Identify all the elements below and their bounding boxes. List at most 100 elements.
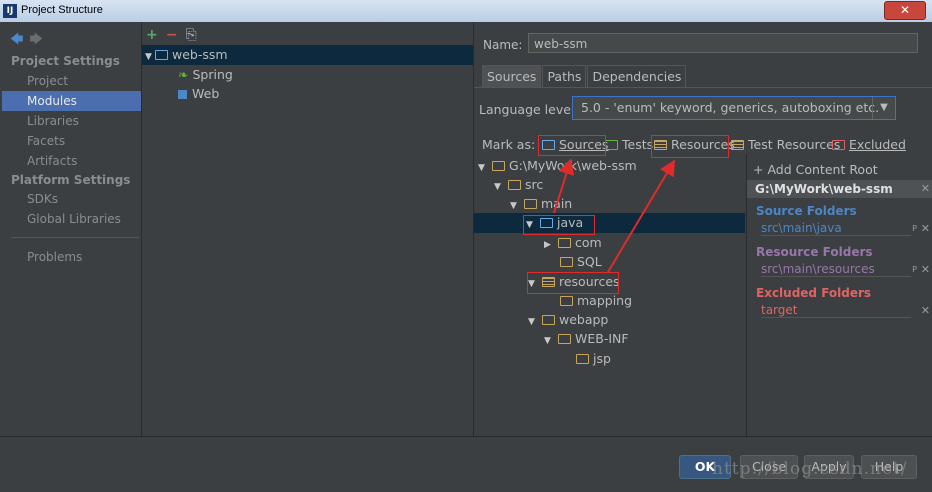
content-root-panel: + Add Content Root G:\MyWork\web-ssm ✕ So… [746,154,932,436]
close-window-button[interactable]: ✕ [884,1,926,20]
tab-paths[interactable]: Paths [542,65,587,88]
edit-properties-icon[interactable]: P [912,224,917,233]
sidebar-item-facets[interactable]: Facets [27,134,65,148]
sidebar-item-global-libraries[interactable]: Global Libraries [27,212,121,226]
mark-excluded-button[interactable]: Excluded [832,137,906,152]
expand-triangle-icon[interactable]: ▼ [478,158,488,178]
tab-sources[interactable]: Sources [482,65,542,88]
resource-folders-title: Resource Folders [756,245,873,259]
excluded-folder-item: target [761,303,911,318]
mark-label: Excluded [849,137,906,152]
language-level-label: Language level: [479,102,579,117]
annotation-box-sources [538,135,606,156]
remove-folder-icon[interactable]: ✕ [921,222,930,235]
collapsed-triangle-icon[interactable]: ▶ [544,235,554,255]
content-root-path: G:\MyWork\web-ssm [755,182,893,196]
add-module-button[interactable]: + [146,27,158,43]
window-title: Project Structure [21,4,103,16]
section-platform-settings: Platform Settings [11,173,131,187]
tree-row[interactable]: ▼ webapp [528,310,608,330]
tree-row[interactable]: ▼ src [494,175,543,195]
sidebar-item-modules[interactable]: Modules [2,91,141,111]
mark-as-label: Mark as: [482,137,536,152]
folder-icon [523,199,537,209]
tree-row[interactable]: SQL [560,252,602,272]
settings-sidebar: 🡄 🡆 Project Settings Project Modules Libr… [0,22,142,436]
tree-label: jsp [593,351,611,366]
tree-label: WEB-INF [574,331,629,346]
sidebar-item-problems[interactable]: Problems [27,250,82,264]
add-content-root-button[interactable]: + Add Content Root [753,162,878,177]
expand-triangle-icon[interactable]: ▼ [528,312,538,332]
sidebar-divider [11,237,139,238]
remove-folder-icon[interactable]: ✕ [921,263,930,276]
sidebar-item-project[interactable]: Project [27,74,68,88]
source-folders-title: Source Folders [756,204,857,218]
dialog-button-bar: OK Close Apply Help http://blog.csdn.net… [0,436,932,492]
tree-row[interactable]: mapping [560,291,632,311]
tree-label: main [540,196,573,211]
module-folder-icon [155,50,168,60]
section-project-settings: Project Settings [11,54,120,68]
mark-label: Tests [622,137,654,152]
title-bar: IJ Project Structure ✕ [0,0,932,23]
resource-folder-item: src\main\resources [761,262,911,277]
expand-triangle-icon[interactable]: ▼ [544,331,554,351]
package-icon [560,257,573,267]
tree-label: com [574,235,602,250]
remove-folder-icon[interactable]: ✕ [921,304,930,317]
tree-label: mapping [577,293,633,308]
tree-row-selected[interactable]: ▼ java [474,213,745,233]
annotation-box-java [523,215,595,235]
facet-label: Spring [192,67,233,82]
expand-triangle-icon[interactable]: ▼ [494,177,504,197]
tab-dependencies[interactable]: Dependencies [587,65,687,88]
module-details-panel: Name: web-ssm Sources Paths Dependencies… [474,22,932,436]
folder-icon [491,161,505,171]
module-tree-panel: + − ⎘ ▼ web-ssm ❧ Spring Web [142,22,474,436]
excluded-folder-icon [832,140,845,150]
tab-bar: Sources Paths Dependencies [482,65,687,88]
test-resource-folder-icon [731,140,744,150]
tree-row[interactable]: ▶ com [544,233,602,253]
remove-module-button[interactable]: − [166,27,178,43]
sidebar-item-libraries[interactable]: Libraries [27,114,79,128]
expand-triangle-icon[interactable]: ▼ [145,47,155,67]
folder-icon [557,334,571,344]
facet-label: Web [192,86,220,101]
excluded-folders-title: Excluded Folders [756,286,872,300]
module-name-field[interactable]: web-ssm [528,33,918,53]
test-folder-icon [605,140,618,150]
sidebar-item-sdks[interactable]: SDKs [27,192,58,206]
source-folder-item: src\main\java [761,221,911,236]
plus-icon: + [753,162,768,177]
folder-icon [507,180,521,190]
copy-icon[interactable]: ⎘ [185,27,196,43]
remove-root-icon[interactable]: ✕ [921,180,930,198]
facet-row-spring[interactable]: ❧ Spring [178,65,233,85]
forward-arrow-icon[interactable]: 🡆 [29,32,42,47]
language-level-select[interactable]: 5.0 - 'enum' keyword, generics, autoboxi… [572,96,896,120]
app-logo-icon: IJ [3,4,17,18]
folder-icon [560,296,573,306]
sidebar-item-artifacts[interactable]: Artifacts [27,154,77,168]
tree-label: src [524,177,544,192]
name-label: Name: [483,38,523,52]
tree-row[interactable]: ▼ WEB-INF [544,329,629,349]
edit-properties-icon[interactable]: P [912,265,917,274]
mark-test-resources-button[interactable]: Test Resources [731,137,840,152]
mark-tests-button[interactable]: Tests [605,137,653,152]
tree-label: G:\MyWork\web-ssm [508,158,637,173]
tree-label: SQL [577,254,602,269]
watermark-text: http://blog.csdn.net/ [712,459,908,479]
tree-row[interactable]: jsp [576,349,611,369]
tree-row[interactable]: ▼ main [510,194,572,214]
annotation-box-resources [651,135,729,158]
module-row-web-ssm[interactable]: ▼ web-ssm [142,45,473,65]
back-arrow-icon[interactable]: 🡄 [10,32,23,47]
chevron-down-icon[interactable]: ▼ [872,97,895,119]
nav-arrows: 🡄 🡆 [10,30,43,52]
module-toolbar: + − ⎘ [146,27,197,43]
facet-row-web[interactable]: Web [178,84,219,104]
tree-row[interactable]: ▼ G:\MyWork\web-ssm [478,156,637,176]
